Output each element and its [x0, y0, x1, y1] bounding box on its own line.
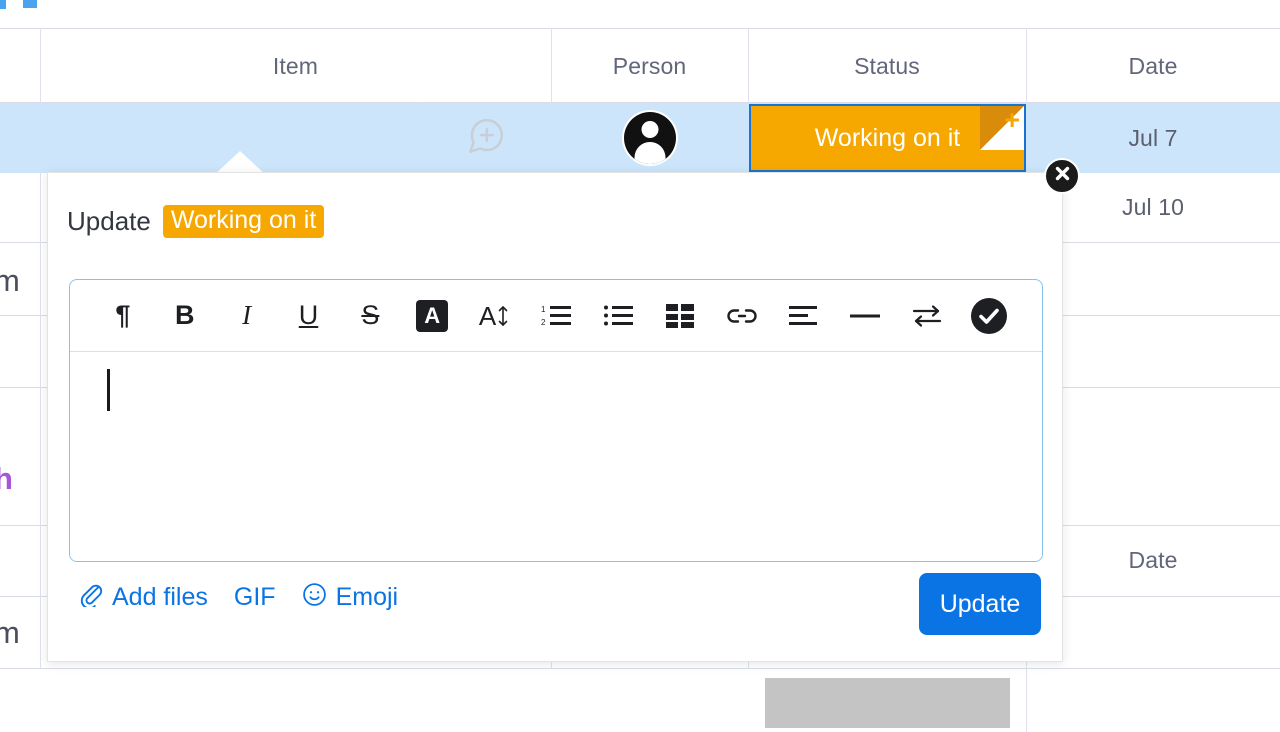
clipped-text-fragment: m: [0, 615, 20, 650]
smiley-icon: [302, 582, 327, 614]
paragraph-icon[interactable]: ¶: [92, 290, 154, 342]
numbered-list-icon[interactable]: 1 2: [525, 290, 587, 342]
close-x-icon: [1054, 165, 1071, 187]
editor-text-area[interactable]: [70, 352, 1042, 561]
top-blue-fragment-b: [23, 0, 37, 8]
add-files-button[interactable]: Add files: [79, 581, 208, 614]
add-files-label: Add files: [112, 583, 208, 611]
text-caret: [107, 369, 110, 411]
person-avatar-icon: [624, 112, 676, 164]
strikethrough-icon[interactable]: S: [339, 290, 401, 342]
swap-arrows-icon[interactable]: [896, 290, 958, 342]
paperclip-icon: [79, 581, 103, 614]
link-icon[interactable]: [711, 290, 773, 342]
emoji-label: Emoji: [335, 583, 399, 611]
align-left-icon[interactable]: [772, 290, 834, 342]
grid-hline: [1026, 242, 1280, 243]
avatar[interactable]: [622, 110, 678, 166]
column-header-date: Date: [1128, 52, 1178, 79]
editor-toolbar: ¶ B I U S A A 1 2: [70, 280, 1042, 352]
svg-text:1: 1: [541, 305, 546, 314]
grid-hline: [0, 668, 1280, 669]
check-circle-icon[interactable]: [958, 290, 1020, 342]
table-icon[interactable]: [649, 290, 711, 342]
bold-icon[interactable]: B: [154, 290, 216, 342]
grid-hline: [1026, 315, 1280, 316]
grid-hline: [0, 28, 1280, 29]
status-chip-label: Working on it: [814, 123, 961, 152]
horizontal-rule-icon[interactable]: [834, 290, 896, 342]
rich-text-editor[interactable]: ¶ B I U S A A 1 2: [69, 279, 1043, 562]
panel-title-status-chip: Working on it: [162, 205, 325, 238]
emoji-button[interactable]: Emoji: [302, 582, 399, 614]
column-header-date-group-2: Date: [1128, 547, 1178, 573]
italic-icon[interactable]: I: [216, 290, 278, 342]
close-button[interactable]: [1044, 158, 1080, 194]
grid-hline: [1026, 387, 1280, 388]
column-header-person: Person: [612, 52, 687, 79]
svg-text:2: 2: [541, 318, 546, 327]
clipped-text-fragment: m: [0, 263, 20, 298]
add-comment-cell[interactable]: [421, 103, 551, 173]
footer-links: Add files GIF Emoji: [79, 581, 398, 614]
panel-footer: Add files GIF Emoji Update: [69, 573, 1041, 643]
comment-plus-icon: [465, 115, 507, 162]
column-header-item: Item: [272, 52, 319, 79]
clipped-text-fragment: h: [0, 461, 13, 496]
text-color-icon[interactable]: A: [401, 290, 463, 342]
status-cell-working-on-it[interactable]: Working on it +: [749, 104, 1026, 172]
status-placeholder-block: [765, 678, 1010, 728]
gif-label: GIF: [233, 583, 276, 611]
panel-title-word: Update: [67, 206, 151, 236]
status-chip-plus-icon[interactable]: +: [1004, 107, 1020, 134]
grid-hline: [1026, 596, 1280, 597]
font-size-icon[interactable]: A: [463, 290, 525, 342]
column-header-status: Status: [854, 52, 920, 79]
underline-icon[interactable]: U: [278, 290, 340, 342]
update-panel: Update Working on it ¶ B I U S A A 1 2 A…: [47, 172, 1063, 662]
panel-title: Update Working on it: [67, 205, 325, 238]
gif-button[interactable]: GIF: [234, 583, 276, 612]
top-blue-fragment-a: [0, 0, 6, 9]
update-button[interactable]: Update: [919, 573, 1041, 635]
bulleted-list-icon[interactable]: [587, 290, 649, 342]
